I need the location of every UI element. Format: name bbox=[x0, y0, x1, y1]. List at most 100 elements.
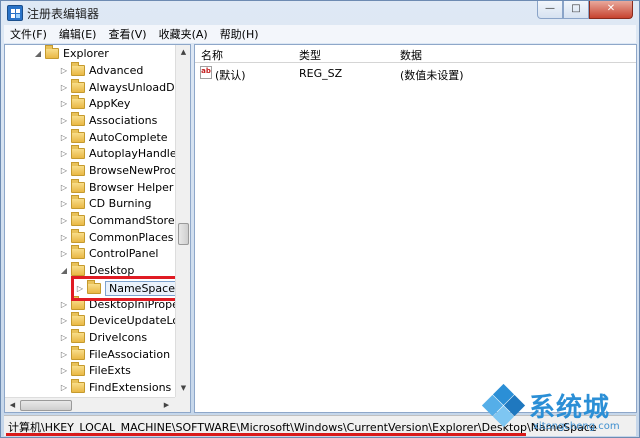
tree-node[interactable]: ▷ DeviceUpdateLoca bbox=[59, 312, 190, 329]
expand-arrow-icon[interactable]: ▷ bbox=[59, 116, 69, 125]
tree-node[interactable]: ▷ Browser Helper C bbox=[59, 179, 185, 196]
expand-arrow-icon[interactable]: ▷ bbox=[59, 99, 69, 108]
expand-arrow-icon[interactable]: ▷ bbox=[59, 66, 69, 75]
tree-node-label: AutoplayHandlers bbox=[89, 147, 187, 160]
watermark: 系统城 xitongcheng.com bbox=[479, 383, 639, 437]
expand-arrow-icon[interactable]: ▷ bbox=[59, 83, 69, 92]
scroll-up-icon[interactable]: ▲ bbox=[176, 45, 190, 60]
folder-icon bbox=[71, 312, 85, 326]
tree-node-label: CommandStore bbox=[89, 214, 175, 227]
folder-icon bbox=[71, 379, 85, 393]
scroll-thumb[interactable] bbox=[20, 400, 72, 411]
scroll-left-icon[interactable]: ◀ bbox=[5, 398, 20, 412]
value-name: (默认) bbox=[215, 69, 246, 82]
expand-arrow-icon[interactable]: ▷ bbox=[59, 133, 69, 142]
column-header-type[interactable]: 类型 bbox=[299, 47, 321, 63]
tree-node[interactable]: ▷ CommandStore bbox=[59, 212, 175, 229]
folder-icon bbox=[71, 245, 85, 259]
folder-icon bbox=[71, 162, 85, 176]
tree-node[interactable]: ▷ CommonPlaces bbox=[59, 229, 174, 246]
folder-icon bbox=[71, 62, 85, 76]
folder-icon bbox=[71, 112, 85, 126]
registry-tree-pane[interactable]: ◢ Explorer ▷ Advanced ▷ AlwaysUnloadDLL ▷ A… bbox=[4, 44, 191, 413]
watermark-url: xitongcheng.com bbox=[533, 421, 620, 432]
folder-icon bbox=[71, 79, 85, 93]
expand-arrow-icon[interactable]: ▷ bbox=[59, 383, 69, 392]
tree-node-label: CD Burning bbox=[89, 197, 152, 210]
tree-node[interactable]: ▷ FileExts bbox=[59, 362, 131, 379]
tree-node-label: Advanced bbox=[89, 64, 144, 77]
caption-buttons: — □ ✕ bbox=[537, 1, 633, 19]
menu-edit[interactable]: 编辑(E) bbox=[53, 26, 103, 42]
collapse-arrow-icon[interactable]: ◢ bbox=[59, 266, 69, 275]
expand-arrow-icon[interactable]: ▷ bbox=[59, 216, 69, 225]
folder-icon bbox=[45, 45, 59, 59]
menu-help[interactable]: 帮助(H) bbox=[214, 26, 265, 42]
expand-arrow-icon[interactable]: ▷ bbox=[59, 149, 69, 158]
list-header: 名称 类型 数据 bbox=[195, 45, 636, 63]
tree-node[interactable]: ▷ AppKey bbox=[59, 95, 130, 112]
tree-node[interactable]: ▷ CD Burning bbox=[59, 195, 151, 212]
registry-editor-window: 注册表编辑器 — □ ✕ 文件(F) 编辑(E) 查看(V) 收藏夹(A) 帮助… bbox=[0, 0, 640, 438]
tree-node-label: AlwaysUnloadDLL bbox=[89, 81, 187, 94]
folder-icon bbox=[71, 346, 85, 360]
tree-node[interactable]: ▷ FileAssociation bbox=[59, 346, 170, 363]
folder-icon bbox=[71, 229, 85, 243]
expand-arrow-icon[interactable]: ▷ bbox=[59, 300, 69, 309]
expand-arrow-icon[interactable]: ▷ bbox=[59, 199, 69, 208]
column-header-name[interactable]: 名称 bbox=[201, 47, 223, 63]
minimize-button[interactable]: — bbox=[537, 1, 563, 19]
value-data: (数值未设置) bbox=[400, 69, 464, 82]
menu-view[interactable]: 查看(V) bbox=[102, 26, 152, 42]
tree-node-label: AutoComplete bbox=[89, 131, 168, 144]
folder-icon bbox=[71, 362, 85, 376]
tree-node[interactable]: ▷ Associations bbox=[59, 112, 157, 129]
tree-node-label: FileAssociation bbox=[89, 348, 171, 361]
tree-node[interactable]: ▷ BrowseNewProce bbox=[59, 162, 183, 179]
value-type: REG_SZ bbox=[299, 67, 343, 80]
red-highlight-box bbox=[71, 276, 189, 301]
tree-node[interactable]: ▷ AutoplayHandlers bbox=[59, 145, 187, 162]
expand-arrow-icon[interactable]: ▷ bbox=[59, 366, 69, 375]
column-header-data[interactable]: 数据 bbox=[400, 47, 422, 63]
menu-file[interactable]: 文件(F) bbox=[4, 26, 53, 42]
string-value-icon: ab bbox=[200, 66, 212, 79]
scroll-thumb[interactable] bbox=[178, 223, 189, 245]
scroll-down-icon[interactable]: ▼ bbox=[176, 381, 190, 396]
tree-node-explorer[interactable]: ◢ Explorer bbox=[33, 45, 109, 62]
scroll-right-icon[interactable]: ▶ bbox=[159, 398, 174, 412]
expand-arrow-icon[interactable]: ▷ bbox=[59, 249, 69, 258]
values-list-pane[interactable]: 名称 类型 数据 ab (默认) REG_SZ (数值未设置) bbox=[194, 44, 637, 413]
tree-node[interactable]: ▷ ControlPanel bbox=[59, 245, 158, 262]
tree-horizontal-scrollbar[interactable]: ◀ ▶ bbox=[5, 397, 175, 412]
maximize-button[interactable]: □ bbox=[563, 1, 589, 19]
expand-arrow-icon[interactable]: ▷ bbox=[59, 233, 69, 242]
close-button[interactable]: ✕ bbox=[589, 1, 633, 19]
folder-icon bbox=[71, 145, 85, 159]
list-item[interactable]: ab (默认) REG_SZ (数值未设置) bbox=[195, 65, 636, 82]
expand-arrow-icon[interactable]: ▷ bbox=[59, 333, 69, 342]
expand-arrow-icon[interactable]: ▷ bbox=[59, 350, 69, 359]
tree-vertical-scrollbar[interactable]: ▲ ▼ bbox=[175, 45, 190, 397]
expand-arrow-icon[interactable]: ▷ bbox=[59, 316, 69, 325]
window-title: 注册表编辑器 bbox=[27, 7, 100, 21]
expand-arrow-icon[interactable]: ▷ bbox=[59, 183, 69, 192]
tree-node-label: Associations bbox=[89, 114, 158, 127]
title-bar: 注册表编辑器 — □ ✕ bbox=[1, 1, 639, 25]
tree-node[interactable]: ▷ AlwaysUnloadDLL bbox=[59, 79, 187, 96]
watermark-logo-icon bbox=[481, 383, 526, 428]
tree-node[interactable]: ▷ DriveIcons bbox=[59, 329, 147, 346]
watermark-brand: 系统城 bbox=[529, 393, 611, 423]
tree-node-label: DriveIcons bbox=[89, 331, 148, 344]
tree-node-label: CommonPlaces bbox=[89, 231, 174, 244]
tree-node[interactable]: ▷ FindExtensions bbox=[59, 379, 171, 396]
expand-arrow-icon[interactable]: ▷ bbox=[59, 166, 69, 175]
collapse-arrow-icon[interactable]: ◢ bbox=[33, 49, 43, 58]
tree-node-label: Explorer bbox=[63, 47, 109, 60]
tree-node-label: BrowseNewProce bbox=[89, 164, 184, 177]
menu-favorites[interactable]: 收藏夹(A) bbox=[153, 26, 214, 42]
tree-node[interactable]: ▷ Advanced bbox=[59, 62, 143, 79]
folder-icon bbox=[71, 329, 85, 343]
tree-node[interactable]: ▷ AutoComplete bbox=[59, 129, 168, 146]
folder-icon bbox=[71, 262, 85, 276]
